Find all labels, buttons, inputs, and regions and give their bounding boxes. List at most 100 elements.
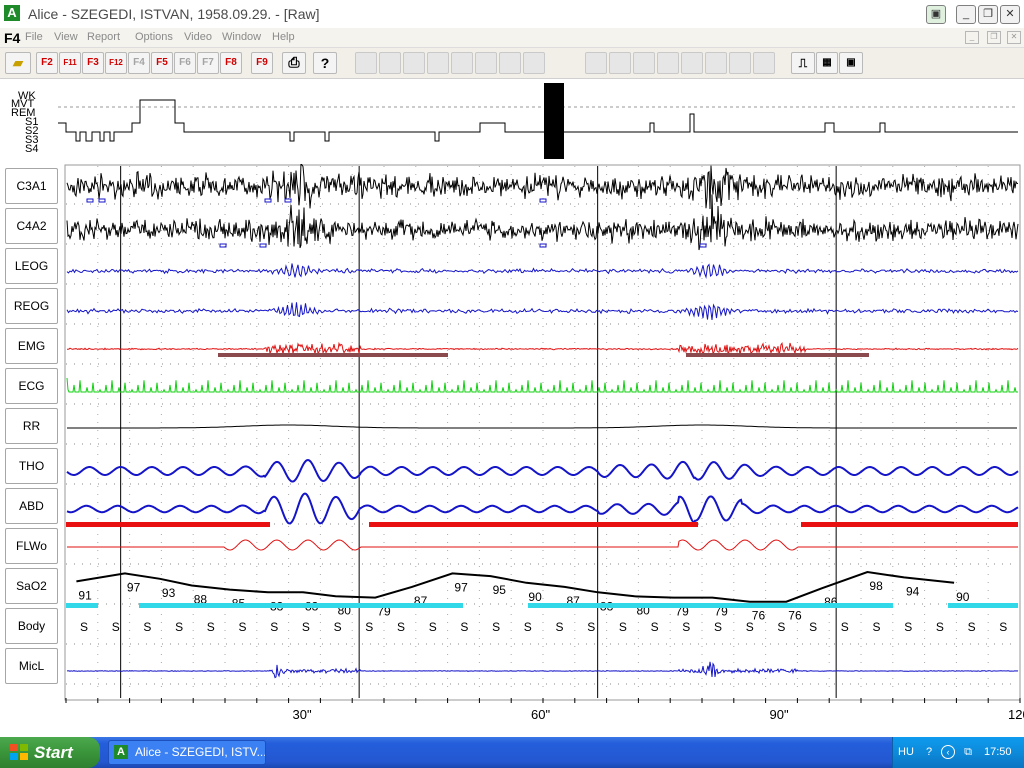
body-position-label: S [968, 620, 976, 634]
toolbar-blank-button[interactable] [499, 52, 521, 74]
f11-button[interactable]: F11 [59, 52, 81, 74]
toolbar-blank-button[interactable] [427, 52, 449, 74]
alice-app-icon: A [114, 745, 128, 759]
menu-report[interactable]: Report [87, 31, 120, 43]
time-axis-label: 30" [293, 707, 312, 722]
f8-button[interactable]: F8 [220, 52, 242, 74]
open-folder-icon[interactable]: ▰ [5, 52, 31, 74]
maximize-button[interactable]: ❐ [978, 5, 998, 24]
f12-button[interactable]: F12 [105, 52, 127, 74]
toolbar-blank-button[interactable] [705, 52, 727, 74]
toolbar-blank-button[interactable] [609, 52, 631, 74]
chevron-left-icon[interactable]: ‹ [941, 745, 955, 759]
toolbar-blank-button[interactable] [633, 52, 655, 74]
trace-sao2 [76, 570, 955, 603]
body-position-label: S [334, 620, 342, 634]
sao2-value-label: 90 [528, 590, 542, 604]
hypnogram-cursor [544, 83, 564, 159]
eeg-event-marker [699, 243, 707, 248]
toolbar-blank-button[interactable] [355, 52, 377, 74]
minimize-button[interactable]: _ [956, 5, 976, 24]
hypnogram[interactable] [0, 80, 1024, 162]
body-position-label: S [270, 620, 278, 634]
toolbar-blank-button[interactable] [657, 52, 679, 74]
signal-area[interactable]: 9197938885838380798797959087838079797676… [0, 164, 1024, 737]
body-position-label: S [175, 620, 183, 634]
f4-button[interactable]: F4 [128, 52, 150, 74]
help-tray-icon[interactable]: ? [922, 745, 936, 759]
body-position-label: S [429, 620, 437, 634]
mdi-close-button[interactable]: ✕ [1007, 31, 1021, 44]
close-button[interactable]: ✕ [1000, 5, 1020, 24]
waveform-icon[interactable]: ⎍ [791, 52, 815, 74]
app-icon: A [4, 5, 20, 21]
toolbar-blank-button[interactable] [403, 52, 425, 74]
f9-button[interactable]: F9 [251, 52, 273, 74]
network-icon[interactable]: ⧉ [961, 745, 975, 759]
toolbar-blank-button[interactable] [451, 52, 473, 74]
sao2-value-label: 97 [454, 580, 468, 594]
body-position-label: S [714, 620, 722, 634]
time-axis-label: 90" [770, 707, 789, 722]
body-position-label: S [80, 620, 88, 634]
trace-emg [67, 341, 1019, 356]
windows-logo-icon [10, 744, 28, 760]
f3-button[interactable]: F3 [82, 52, 104, 74]
body-position-label: S [587, 620, 595, 634]
eeg-event-marker [539, 243, 547, 248]
trace-reog [66, 302, 1019, 320]
body-position-label: S [777, 620, 785, 634]
respiratory-event-bar [369, 522, 698, 527]
toolbar-blank-button[interactable] [379, 52, 401, 74]
tray-restore-icon[interactable]: ▣ [926, 5, 946, 24]
toolbar-blank-button[interactable] [753, 52, 775, 74]
body-position-label: S [651, 620, 659, 634]
body-position-label: S [239, 620, 247, 634]
f5-button[interactable]: F5 [151, 52, 173, 74]
body-position-label: S [873, 620, 881, 634]
body-position-label: S [841, 620, 849, 634]
desaturation-bar [139, 603, 463, 608]
body-position-label: S [207, 620, 215, 634]
menu-window[interactable]: Window [222, 31, 261, 43]
sao2-value-label: 76 [788, 609, 802, 623]
toolbar-blank-button[interactable] [475, 52, 497, 74]
body-position-label: S [460, 620, 468, 634]
desaturation-bar [948, 603, 1018, 608]
toolbar-blank-button[interactable] [523, 52, 545, 74]
taskbar-item-alice[interactable]: Alice - SZEGEDI, ISTV... [108, 740, 266, 765]
respiratory-event-bar [801, 522, 1018, 527]
sao2-value-label: 76 [752, 609, 766, 623]
menu-help[interactable]: Help [272, 31, 295, 43]
f2-button[interactable]: F2 [36, 52, 58, 74]
f4-logo: F4 [4, 30, 21, 46]
menu-video[interactable]: Video [184, 31, 212, 43]
body-position-label: S [809, 620, 817, 634]
arousal-bar [686, 353, 869, 357]
body-position-label: S [746, 620, 754, 634]
video-view-icon[interactable]: ▣ [839, 52, 863, 74]
language-indicator[interactable]: HU [898, 746, 914, 758]
menu-view[interactable]: View [54, 31, 78, 43]
sao2-value-label: 94 [906, 584, 920, 598]
body-position-label: S [524, 620, 532, 634]
time-axis-label: 60" [531, 707, 550, 722]
toolbar-blank-button[interactable] [585, 52, 607, 74]
body-position-label: S [143, 620, 151, 634]
f7-button[interactable]: F7 [197, 52, 219, 74]
mdi-restore-button[interactable]: ❐ [987, 31, 1001, 44]
eeg-event-marker [539, 198, 547, 203]
body-position-label: S [619, 620, 627, 634]
toolbar-blank-button[interactable] [681, 52, 703, 74]
time-axis-label: 120" [1008, 707, 1024, 722]
body-position-label: S [302, 620, 310, 634]
f6-button[interactable]: F6 [174, 52, 196, 74]
grid-view-icon[interactable]: ▦ [816, 52, 838, 74]
menu-options[interactable]: Options [135, 31, 173, 43]
trace-rr [67, 424, 1017, 429]
mdi-minimize-button[interactable]: _ [965, 31, 979, 44]
menu-file[interactable]: File [25, 31, 43, 43]
help-icon[interactable]: ? [313, 52, 337, 74]
toolbar-blank-button[interactable] [729, 52, 751, 74]
print-icon[interactable]: ⎙ [282, 52, 306, 74]
